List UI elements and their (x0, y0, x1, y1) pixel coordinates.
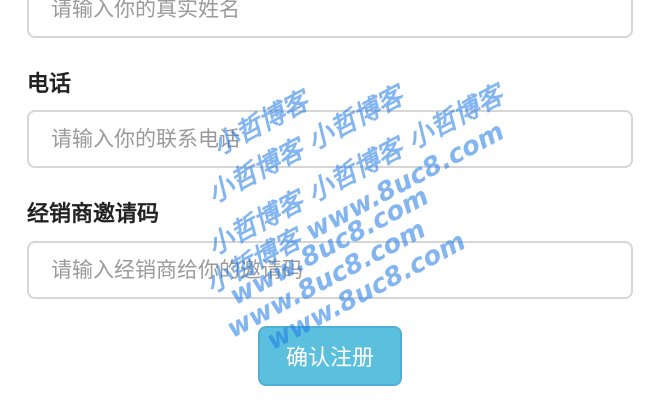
phone-label: 电话 (27, 72, 72, 97)
registration-form: 电话 经销商邀请码 确认注册 小哲博客 小哲博客 小哲博客 小哲博客 小哲博客 … (0, 0, 660, 400)
watermark-line: 小哲博客 小哲博客 小哲博客 (202, 80, 509, 262)
invite-code-label: 经销商邀请码 (27, 202, 160, 227)
invite-code-input[interactable] (27, 241, 633, 299)
confirm-register-button[interactable]: 确认注册 (258, 326, 402, 386)
phone-input[interactable] (27, 110, 633, 168)
real-name-input[interactable] (27, 0, 633, 38)
